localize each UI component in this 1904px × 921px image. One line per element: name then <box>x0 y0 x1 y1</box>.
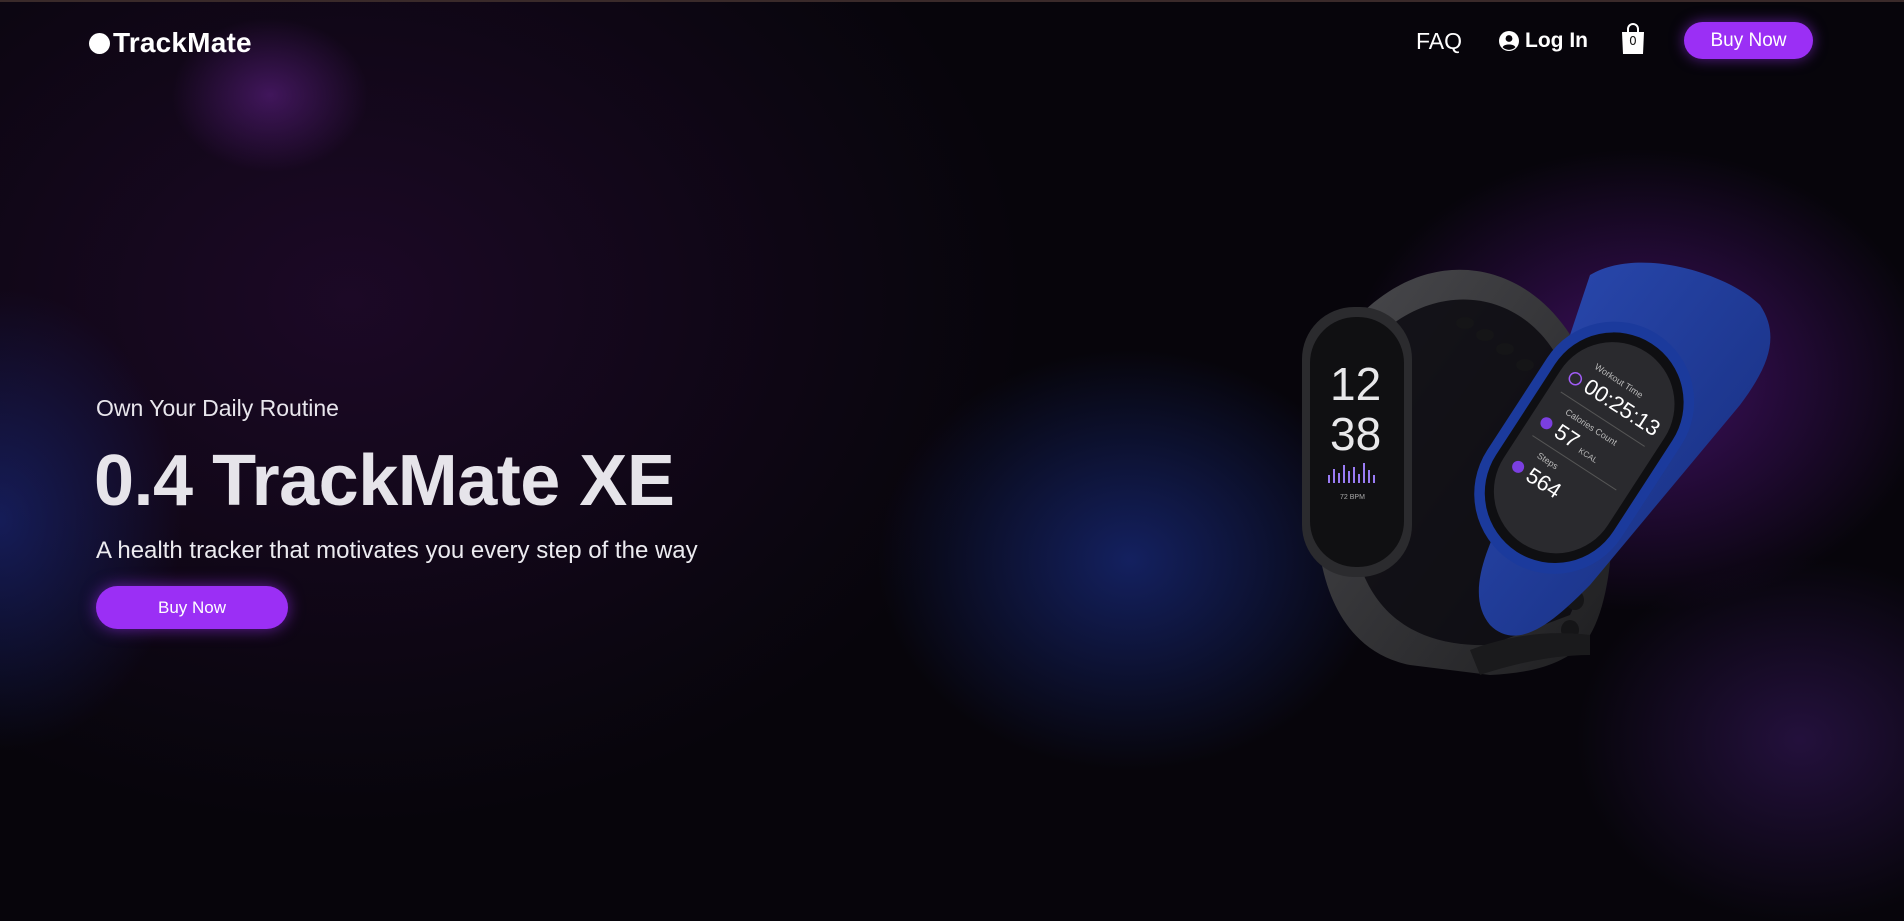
hero-eyebrow: Own Your Daily Routine <box>96 395 339 421</box>
hero-buy-now-button[interactable]: Buy Now <box>96 586 288 629</box>
cart-button[interactable]: 0 <box>1620 23 1646 55</box>
login-label: Log In <box>1525 29 1588 52</box>
brand-logo[interactable]: TrackMate <box>89 27 252 59</box>
navbar: TrackMate FAQ Log In 0 Buy Now <box>0 0 1904 84</box>
nav-buy-now-button[interactable]: Buy Now <box>1684 22 1813 59</box>
cart-count-badge: 0 <box>1629 34 1637 48</box>
hero-title: 0.4 TrackMate XE <box>94 441 675 521</box>
fitness-band-product-image: Workout Time 00:25:13 Calories Count 57 … <box>1302 262 1771 675</box>
bpm-reading: 72 BPM <box>1340 494 1365 501</box>
nav-faq-link[interactable]: FAQ <box>1416 28 1462 55</box>
user-circle-icon <box>1499 31 1519 51</box>
hero-subtitle: A health tracker that motivates you ever… <box>96 537 698 564</box>
nav-login-link[interactable]: Log In <box>1499 29 1588 53</box>
clock-minute: 38 <box>1330 408 1381 460</box>
clock-hour: 12 <box>1330 358 1381 410</box>
brand-name: TrackMate <box>113 27 252 58</box>
logo-circle-icon <box>89 32 110 54</box>
